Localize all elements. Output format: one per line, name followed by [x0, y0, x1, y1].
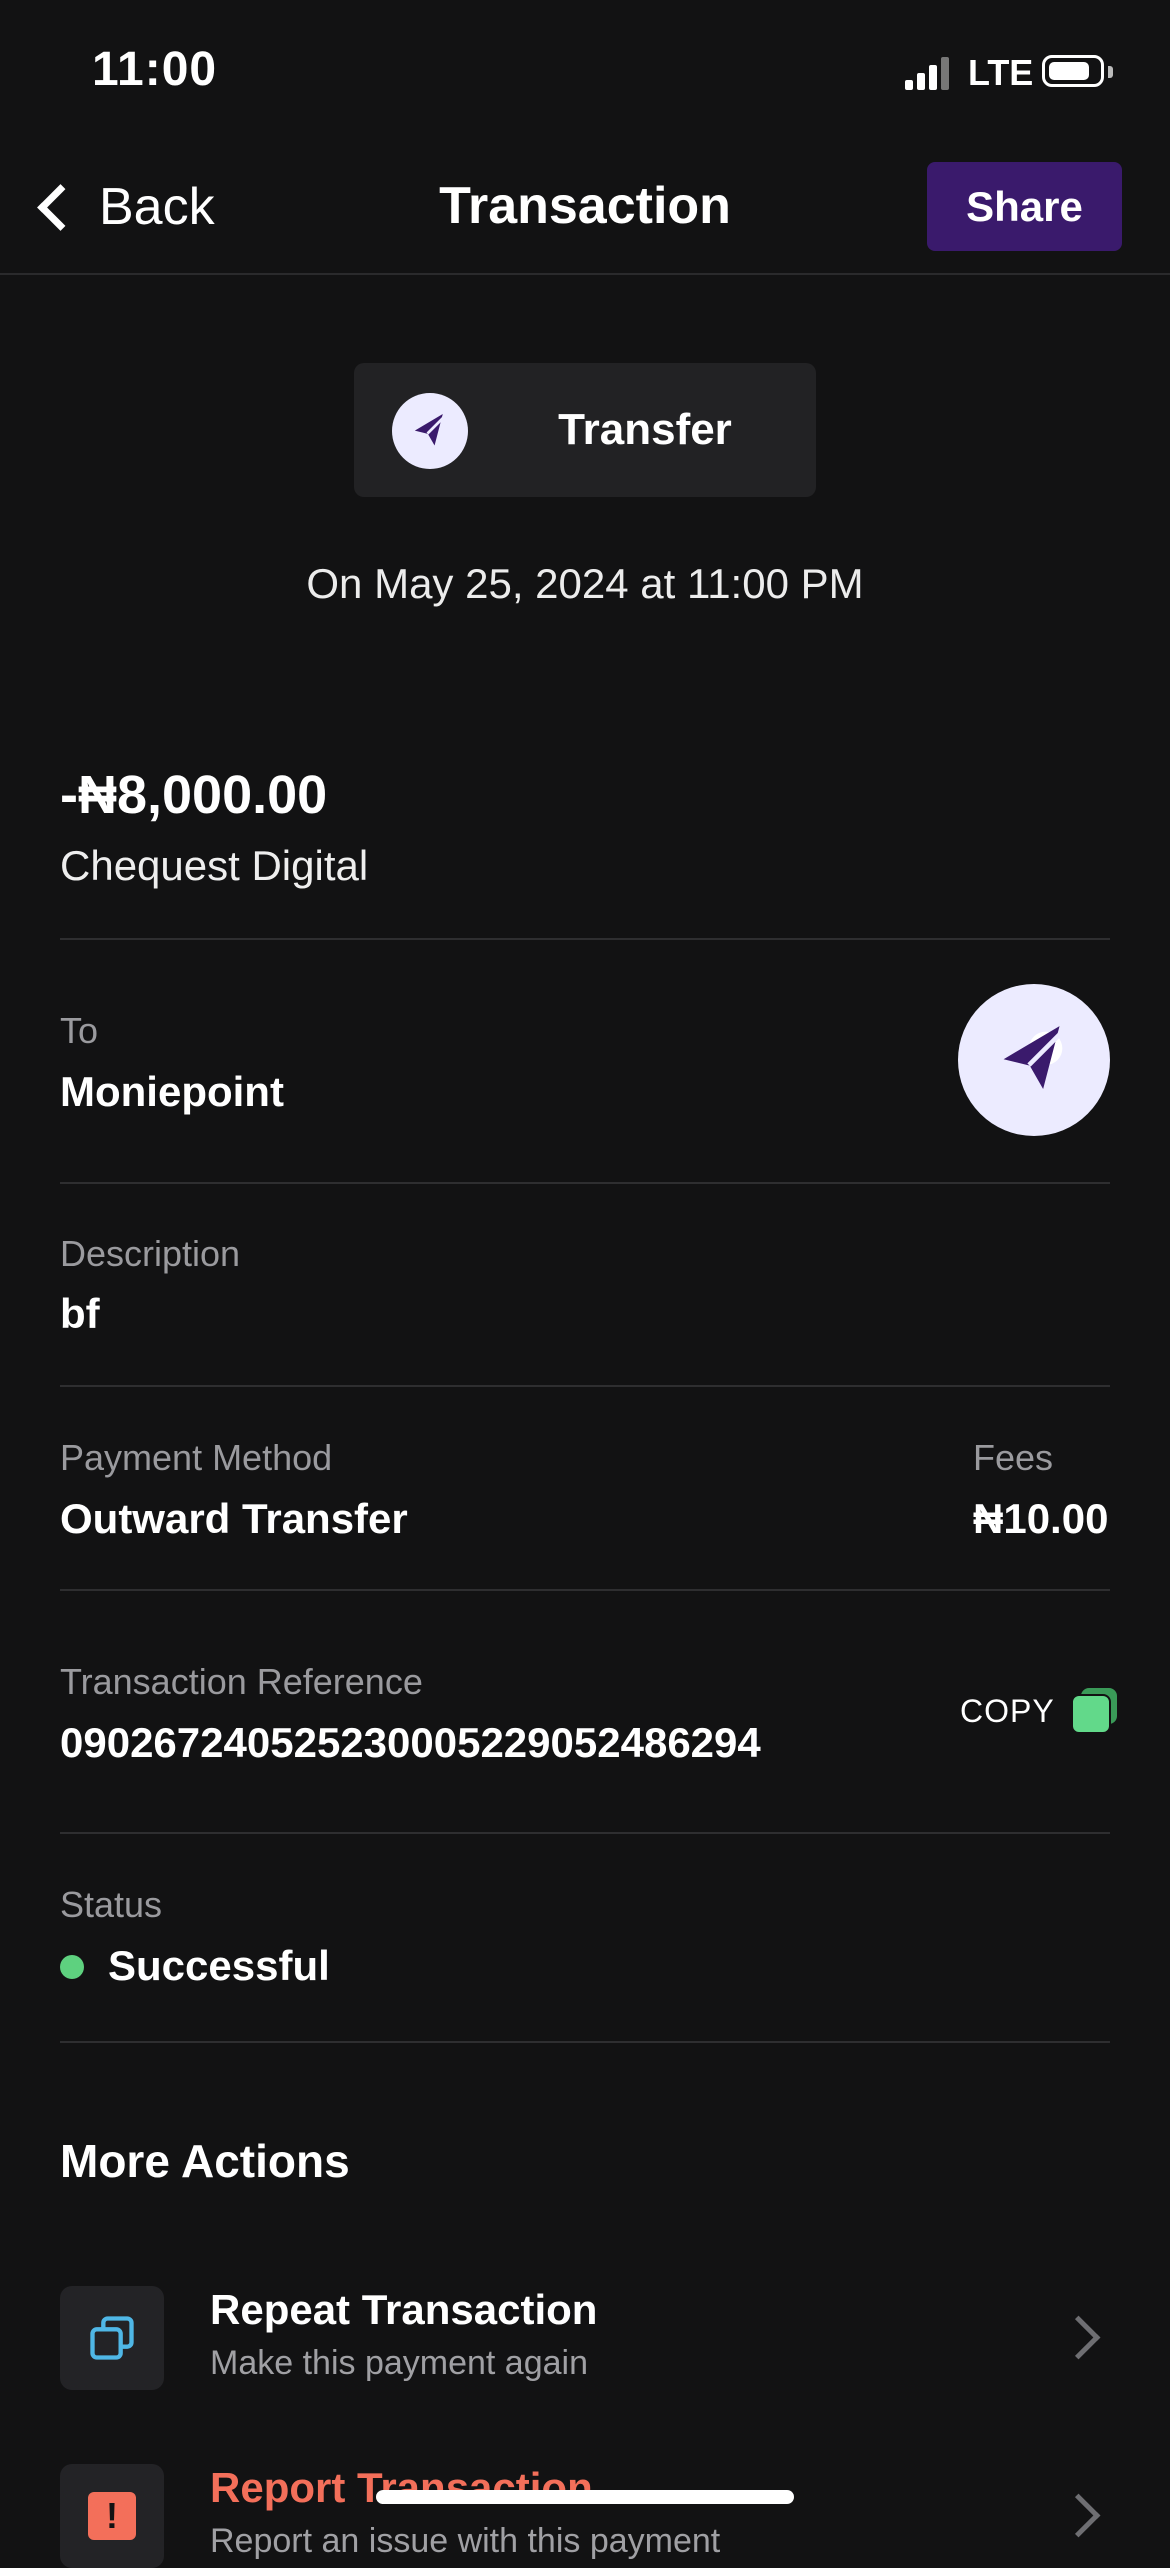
divider	[60, 1385, 1110, 1387]
action-subtitle: Make this payment again	[210, 2344, 588, 2382]
description-label: Description	[60, 1233, 241, 1274]
description-value: bf	[60, 1290, 100, 1337]
transaction-date: On May 25, 2024 at 11:00 PM	[306, 560, 864, 607]
payment-method-label: Payment Method	[60, 1437, 333, 1478]
status-value: Successful	[108, 1942, 330, 1989]
chevron-right-icon	[1056, 2315, 1101, 2360]
action-subtitle: Report an issue with this payment	[210, 2522, 721, 2560]
fees-value: ₦10.00	[973, 1495, 1109, 1542]
recipient-name: Moniepoint	[60, 1068, 284, 1115]
network-type: LTE	[968, 52, 1034, 93]
report-transaction-action[interactable]: ! Report Transaction Report an issue wit…	[60, 2464, 1110, 2568]
repeat-transaction-action[interactable]: Repeat Transaction Make this payment aga…	[60, 2286, 1110, 2390]
report-icon: !	[60, 2464, 164, 2568]
source-account: Chequest Digital	[60, 842, 369, 889]
to-label: To	[60, 1010, 99, 1051]
transaction-amount: -₦8,000.00	[60, 765, 328, 825]
status-indicator-dot	[60, 1955, 84, 1979]
copy-icon	[1070, 1688, 1117, 1734]
divider	[60, 1589, 1110, 1591]
reference-value: 090267240525230005229052486294	[60, 1719, 761, 1766]
cellular-signal-icon	[905, 56, 951, 90]
status-time: 11:00	[92, 43, 218, 96]
more-actions-title: More Actions	[60, 2135, 350, 2187]
reference-label: Transaction Reference	[60, 1661, 423, 1702]
action-title: Repeat Transaction	[210, 2286, 598, 2333]
share-button[interactable]: Share	[927, 162, 1122, 251]
payment-method-value: Outward Transfer	[60, 1495, 408, 1542]
fees-label: Fees	[973, 1437, 1054, 1478]
status-label: Status	[60, 1884, 163, 1925]
send-icon	[392, 393, 468, 469]
battery-tip	[1108, 66, 1113, 78]
divider	[60, 938, 1110, 940]
divider	[60, 1182, 1110, 1184]
action-title: Report Transaction	[210, 2464, 593, 2511]
divider	[60, 1832, 1110, 1834]
copy-label: COPY	[960, 1692, 1055, 1729]
repeat-icon	[60, 2286, 164, 2390]
home-indicator[interactable]	[376, 2490, 794, 2504]
chevron-right-icon	[1056, 2493, 1101, 2538]
recipient-send-icon	[958, 984, 1110, 1136]
transaction-type-label: Transfer	[558, 405, 732, 454]
header-divider	[0, 273, 1170, 275]
copy-reference-button[interactable]: COPY	[960, 1688, 1117, 1734]
divider	[60, 2041, 1110, 2043]
battery-icon	[1042, 55, 1104, 87]
